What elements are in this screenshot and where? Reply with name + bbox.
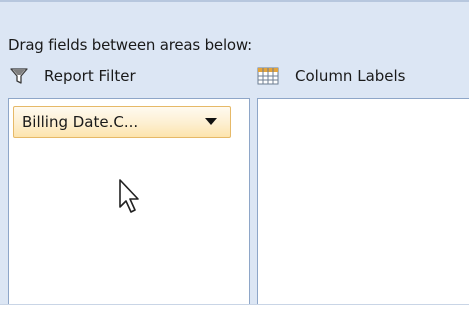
bottom-edge-strip: [0, 304, 469, 322]
report-filter-header: Report Filter: [8, 64, 136, 88]
column-labels-label: Column Labels: [295, 67, 406, 85]
dropdown-arrow-icon[interactable]: [196, 107, 226, 137]
mouse-pointer-icon: [117, 177, 145, 217]
drag-instructions-label: Drag fields between areas below:: [8, 36, 253, 54]
filter-funnel-icon: [8, 65, 30, 87]
column-labels-header: Column Labels: [257, 64, 406, 88]
field-button-billing-date[interactable]: Billing Date.C...: [13, 106, 231, 138]
report-filter-label: Report Filter: [44, 67, 136, 85]
field-button-label: Billing Date.C...: [22, 113, 139, 131]
column-grid-icon: [257, 65, 279, 87]
pivot-field-areas-panel: Drag fields between areas below: Report …: [0, 0, 469, 306]
column-labels-drop-area[interactable]: [257, 98, 469, 306]
